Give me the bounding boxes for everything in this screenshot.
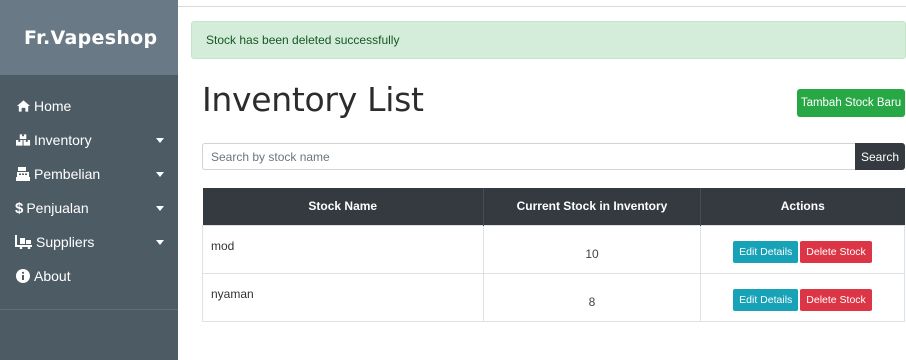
sidebar-nav: Home Inventory Pembelian $ Penjualan Sup <box>0 75 178 293</box>
brand-bar: Fr.Vapeshop <box>0 0 178 75</box>
sidebar-item-label: Home <box>34 98 72 114</box>
sidebar-item-pembelian[interactable]: Pembelian <box>0 157 178 191</box>
stock-name-cell: mod <box>202 224 484 274</box>
stock-qty-cell: 10 <box>483 224 701 274</box>
stock-qty-cell: 8 <box>483 272 701 322</box>
inventory-table: Stock Name Current Stock in Inventory Ac… <box>202 188 905 322</box>
sidebar-item-label: Penjualan <box>26 200 89 216</box>
stock-name-cell: nyaman <box>202 272 484 322</box>
cash-register-icon <box>15 166 31 182</box>
chevron-down-icon <box>156 240 164 245</box>
boxes-icon <box>15 132 31 148</box>
edit-details-button[interactable]: Edit Details <box>733 289 799 311</box>
home-icon <box>15 98 31 114</box>
delete-stock-button[interactable]: Delete Stock <box>800 289 872 311</box>
sidebar-item-inventory[interactable]: Inventory <box>0 123 178 157</box>
column-header-actions: Actions <box>700 188 905 225</box>
truck-loading-icon <box>15 234 33 250</box>
search-button[interactable]: Search <box>855 143 905 170</box>
sidebar-item-penjualan[interactable]: $ Penjualan <box>0 191 178 225</box>
table-row: mod 10 Edit Details Delete Stock <box>202 224 905 274</box>
add-stock-button[interactable]: Tambah Stock Baru <box>797 89 905 117</box>
table-row: nyaman 8 Edit Details Delete Stock <box>202 272 905 322</box>
sidebar: Fr.Vapeshop Home Inventory Pembelian $ P… <box>0 0 178 360</box>
table-header-row: Stock Name Current Stock in Inventory Ac… <box>202 188 905 225</box>
actions-cell: Edit Details Delete Stock <box>700 272 905 322</box>
sidebar-item-suppliers[interactable]: Suppliers <box>0 225 178 259</box>
column-header-current-stock: Current Stock in Inventory <box>483 188 701 225</box>
dollar-icon: $ <box>15 199 24 217</box>
search-input[interactable] <box>202 143 856 170</box>
sidebar-item-label: Inventory <box>34 132 92 148</box>
sidebar-item-about[interactable]: About <box>0 259 178 293</box>
delete-stock-button[interactable]: Delete Stock <box>800 241 872 263</box>
chevron-down-icon <box>156 206 164 211</box>
sidebar-item-label: About <box>34 268 71 284</box>
alert-message: Stock has been deleted successfully <box>206 33 400 47</box>
chevron-down-icon <box>156 172 164 177</box>
page-title: Inventory List <box>202 80 424 119</box>
chevron-down-icon <box>156 138 164 143</box>
sidebar-item-home[interactable]: Home <box>0 89 178 123</box>
sidebar-item-label: Suppliers <box>36 234 95 250</box>
info-circle-icon <box>15 268 31 284</box>
actions-cell: Edit Details Delete Stock <box>700 224 905 274</box>
sidebar-item-label: Pembelian <box>34 166 101 182</box>
edit-details-button[interactable]: Edit Details <box>733 241 799 263</box>
brand-logo[interactable]: Fr.Vapeshop <box>24 27 157 49</box>
top-divider <box>178 6 906 7</box>
success-alert: Stock has been deleted successfully <box>191 21 906 59</box>
column-header-stock-name: Stock Name <box>202 188 484 225</box>
sidebar-divider <box>0 309 178 310</box>
